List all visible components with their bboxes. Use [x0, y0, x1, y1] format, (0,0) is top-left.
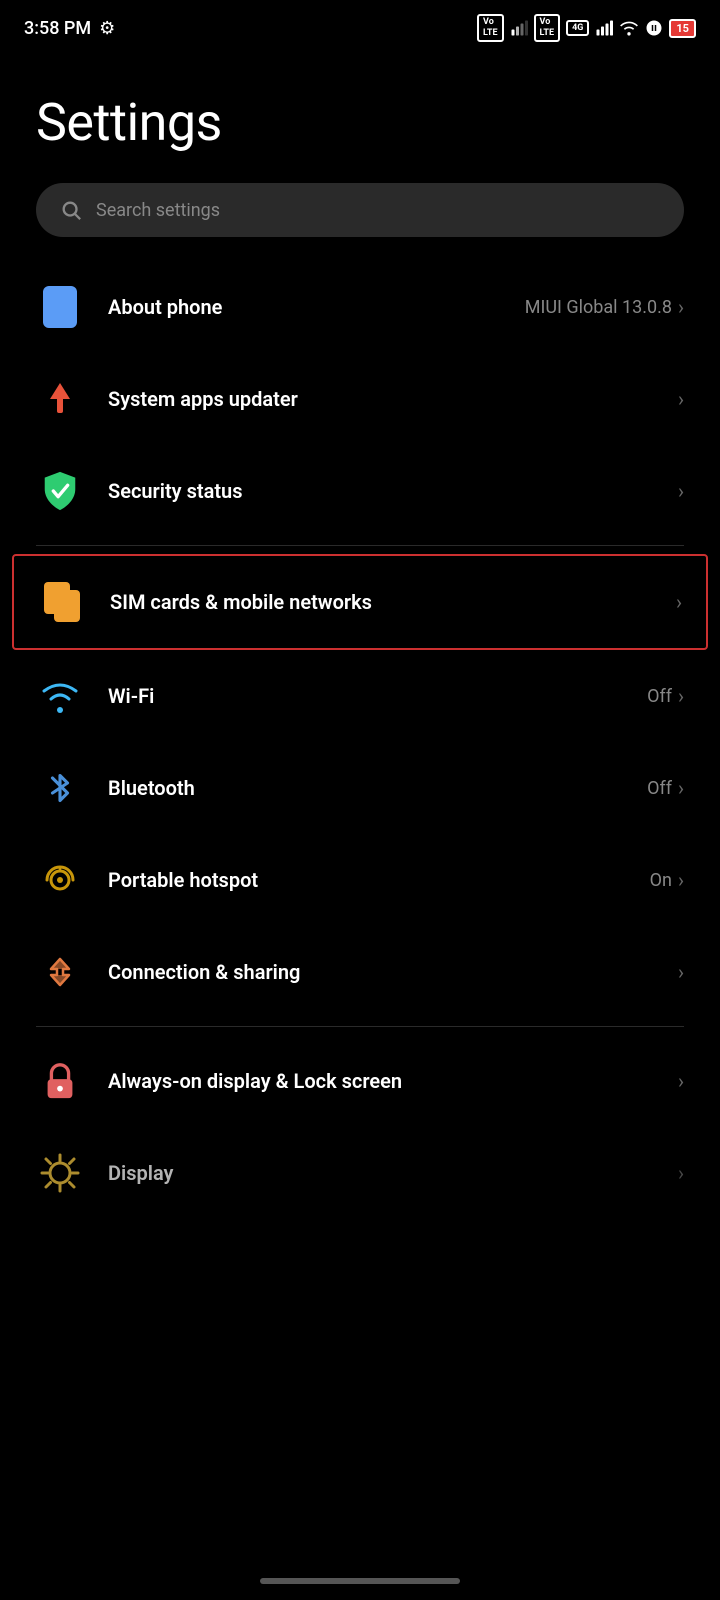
about-phone-chevron: › [678, 295, 684, 319]
settings-section-top: About phone MIUI Global 13.0.8 › System … [0, 261, 720, 537]
display-icon [36, 1149, 84, 1197]
always-on-display-right: › [678, 1069, 684, 1093]
system-apps-updater-chevron: › [678, 387, 684, 411]
wifi-right: Off › [647, 684, 684, 708]
always-on-display-chevron: › [678, 1069, 684, 1093]
divider-1 [36, 545, 684, 546]
about-phone-right: MIUI Global 13.0.8 › [525, 295, 684, 319]
divider-2 [36, 1026, 684, 1027]
bluetooth-label: Bluetooth [108, 776, 623, 800]
system-apps-updater-label: System apps updater [108, 387, 654, 411]
settings-item-display[interactable]: Display › [0, 1127, 720, 1219]
settings-item-sim-cards[interactable]: SIM cards & mobile networks › [12, 554, 708, 650]
connection-sharing-label: Connection & sharing [108, 960, 654, 984]
volte-icon: VoLTE [477, 14, 504, 42]
hotspot-chevron: › [678, 868, 684, 892]
security-status-label: Security status [108, 479, 654, 503]
update-icon [36, 375, 84, 423]
display-right: › [678, 1161, 684, 1185]
bluetooth-value: Off [647, 778, 672, 799]
search-container: Search settings [0, 173, 720, 261]
gear-icon: ⚙ [99, 18, 115, 39]
about-phone-label: About phone [108, 295, 501, 319]
search-icon [60, 199, 82, 221]
battery-icon: 15 [669, 19, 696, 38]
display-label: Display [108, 1161, 654, 1185]
settings-item-always-on-display[interactable]: Always-on display & Lock screen › [0, 1035, 720, 1127]
settings-item-connection-sharing[interactable]: Connection & sharing › [0, 926, 720, 1018]
about-phone-value: MIUI Global 13.0.8 [525, 297, 672, 318]
signal2-icon [595, 19, 613, 37]
hotspot-label: Portable hotspot [108, 868, 626, 892]
search-bar[interactable]: Search settings [36, 183, 684, 237]
status-icons: VoLTE VoLTE 4G 15 [477, 14, 696, 42]
search-placeholder: Search settings [96, 200, 220, 221]
lock-icon [36, 1057, 84, 1105]
display-chevron: › [678, 1161, 684, 1185]
sim-icon [38, 578, 86, 626]
signal1-icon [510, 19, 528, 37]
settings-item-system-apps-updater[interactable]: System apps updater › [0, 353, 720, 445]
settings-item-about-phone[interactable]: About phone MIUI Global 13.0.8 › [0, 261, 720, 353]
status-time: 3:58 PM ⚙ [24, 18, 115, 39]
settings-item-bluetooth[interactable]: Bluetooth Off › [0, 742, 720, 834]
4g-icon: 4G [566, 20, 589, 37]
hotspot-icon [36, 856, 84, 904]
sim-cards-chevron: › [676, 590, 682, 614]
settings-item-hotspot[interactable]: Portable hotspot On › [0, 834, 720, 926]
wifi-icon [36, 672, 84, 720]
security-icon [36, 467, 84, 515]
connection-icon [36, 948, 84, 996]
settings-item-security-status[interactable]: Security status › [0, 445, 720, 537]
bluetooth-icon [36, 764, 84, 812]
connection-sharing-chevron: › [678, 960, 684, 984]
settings-section-network: SIM cards & mobile networks › Wi-Fi Off … [0, 554, 720, 1018]
home-indicator [260, 1578, 460, 1584]
bluetooth-right: Off › [647, 776, 684, 800]
wifi-value: Off [647, 686, 672, 707]
sim-cards-label: SIM cards & mobile networks [110, 590, 652, 614]
settings-section-display: Always-on display & Lock screen › Displa… [0, 1035, 720, 1219]
security-status-chevron: › [678, 479, 684, 503]
hotspot-status-icon [645, 19, 663, 37]
sim-cards-right: › [676, 590, 682, 614]
settings-item-wifi[interactable]: Wi-Fi Off › [0, 650, 720, 742]
connection-sharing-right: › [678, 960, 684, 984]
volte2-icon: VoLTE [534, 14, 561, 42]
hotspot-value: On [650, 870, 672, 891]
security-status-right: › [678, 479, 684, 503]
phone-icon [36, 283, 84, 331]
wifi-label: Wi-Fi [108, 684, 623, 708]
page-header: Settings [0, 52, 720, 173]
bluetooth-chevron: › [678, 776, 684, 800]
always-on-display-label: Always-on display & Lock screen [108, 1069, 654, 1093]
hotspot-right: On › [650, 868, 684, 892]
wifi-chevron: › [678, 684, 684, 708]
wifi-status-icon [619, 19, 639, 37]
system-apps-updater-right: › [678, 387, 684, 411]
page-title: Settings [36, 92, 684, 153]
status-bar: 3:58 PM ⚙ VoLTE VoLTE 4G [0, 0, 720, 52]
